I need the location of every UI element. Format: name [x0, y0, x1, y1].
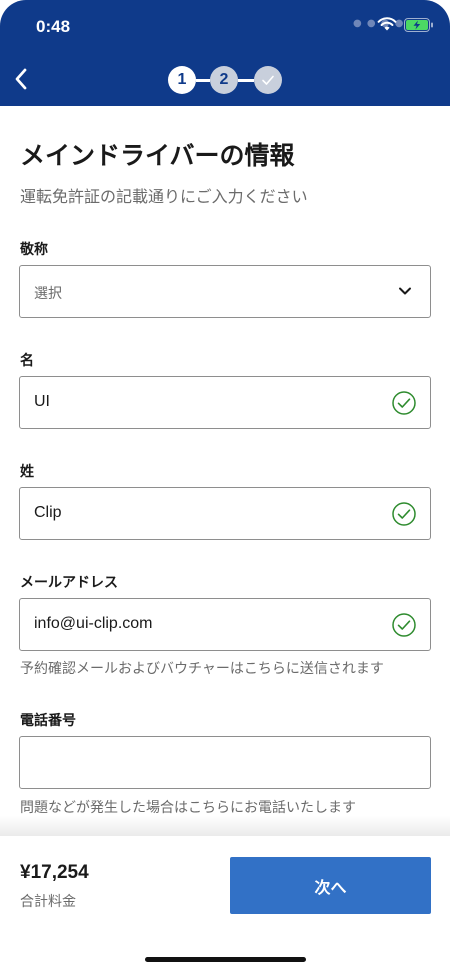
first-name-field[interactable]: UI [19, 376, 431, 429]
app-header: 0:48 ● ● ● ● 1 2 [0, 0, 450, 106]
back-button[interactable] [6, 64, 36, 94]
total-price: ¥17,254 [20, 862, 89, 883]
step-2: 2 [210, 66, 238, 94]
home-indicator [145, 957, 306, 962]
chevron-down-icon [399, 287, 411, 295]
chevron-left-icon [15, 68, 27, 90]
footer-shadow [0, 816, 450, 836]
honorific-select[interactable]: 選択 [19, 265, 431, 318]
step-1: 1 [168, 66, 196, 94]
next-button[interactable]: 次へ [230, 857, 431, 914]
first-name-value: UI [34, 393, 50, 410]
total-price-label: 合計料金 [20, 894, 76, 910]
honorific-placeholder: 選択 [34, 286, 62, 302]
phone-helper-text: 問題などが発生した場合はこちらにお電話いたします [20, 800, 356, 816]
phone-field[interactable] [19, 736, 431, 789]
page-subtitle: 運転免許証の記載通りにご入力ください [20, 187, 308, 206]
phone-label: 電話番号 [20, 713, 76, 729]
step-3 [254, 66, 282, 94]
email-value: info@ui-clip.com [34, 615, 153, 632]
status-time: 0:48 [36, 17, 71, 36]
first-name-label: 名 [20, 353, 34, 369]
email-label: メールアドレス [20, 575, 118, 591]
last-name-value: Clip [34, 504, 62, 521]
last-name-label: 姓 [20, 464, 34, 480]
step-connector [196, 79, 210, 82]
progress-stepper: 1 2 [168, 66, 286, 94]
last-name-field[interactable]: Clip [19, 487, 431, 540]
check-circle-icon [392, 391, 416, 415]
battery-charging-icon [404, 18, 433, 32]
check-circle-icon [392, 613, 416, 637]
check-circle-icon [392, 502, 416, 526]
honorific-label: 敬称 [20, 242, 48, 258]
page-title: メインドライバーの情報 [20, 141, 295, 170]
wifi-icon [377, 17, 397, 31]
email-field[interactable]: info@ui-clip.com [19, 598, 431, 651]
email-helper-text: 予約確認メールおよびバウチャーはこちらに送信されます [20, 661, 384, 677]
step-connector [238, 79, 254, 82]
checkmark-icon [262, 75, 274, 85]
